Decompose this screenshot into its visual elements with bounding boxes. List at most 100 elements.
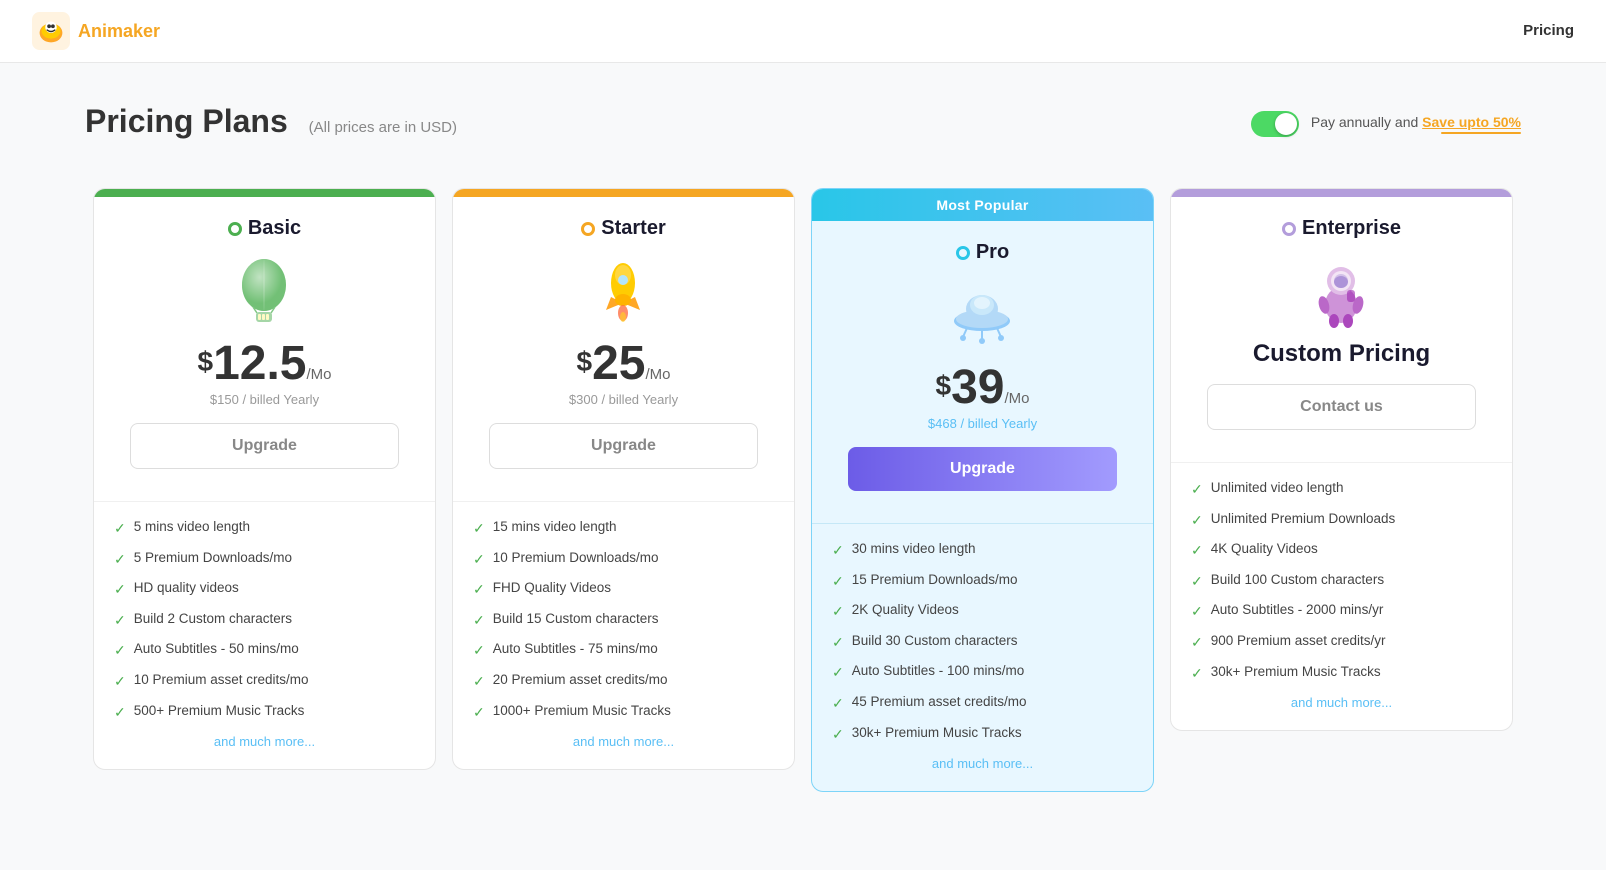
check-icon: ✓ bbox=[1191, 541, 1203, 561]
save-text: Save upto 50% bbox=[1422, 114, 1521, 130]
page-title: Pricing Plans (All prices are in USD) bbox=[85, 103, 457, 140]
plan-top-bar-basic bbox=[94, 189, 435, 197]
feature-pro-6: ✓30k+ Premium Music Tracks bbox=[832, 724, 1133, 745]
plan-icon-basic bbox=[114, 252, 415, 332]
check-icon: ✓ bbox=[832, 602, 844, 622]
plan-icon-starter bbox=[473, 252, 774, 332]
plan-name-basic: Basic bbox=[248, 217, 301, 240]
check-icon: ✓ bbox=[473, 641, 485, 661]
feature-starter-0: ✓15 mins video length bbox=[473, 518, 774, 539]
rocket-icon bbox=[586, 255, 661, 330]
upgrade-button-starter[interactable]: Upgrade bbox=[489, 423, 758, 469]
feature-enterprise-2: ✓4K Quality Videos bbox=[1191, 540, 1492, 561]
check-icon: ✓ bbox=[473, 672, 485, 692]
feature-starter-2: ✓FHD Quality Videos bbox=[473, 579, 774, 600]
plan-billed-basic: $150 / billed Yearly bbox=[114, 392, 415, 407]
page-subtitle: (All prices are in USD) bbox=[309, 119, 457, 136]
check-icon: ✓ bbox=[832, 694, 844, 714]
feature-enterprise-4: ✓Auto Subtitles - 2000 mins/yr bbox=[1191, 601, 1492, 622]
feature-starter-3: ✓Build 15 Custom characters bbox=[473, 610, 774, 631]
plan-name-row-pro: Pro bbox=[832, 241, 1133, 264]
check-icon: ✓ bbox=[832, 725, 844, 745]
feature-basic-4: ✓Auto Subtitles - 50 mins/mo bbox=[114, 640, 415, 661]
check-icon: ✓ bbox=[114, 580, 126, 600]
check-icon: ✓ bbox=[832, 633, 844, 653]
toggle-knob bbox=[1275, 113, 1297, 135]
billing-text: Pay annually and Save upto 50% bbox=[1311, 114, 1521, 134]
plan-name-starter: Starter bbox=[601, 217, 665, 240]
balloon-icon bbox=[227, 255, 302, 330]
check-icon: ✓ bbox=[114, 611, 126, 631]
check-icon: ✓ bbox=[114, 672, 126, 692]
plan-dot-pro bbox=[956, 246, 970, 260]
check-icon: ✓ bbox=[1191, 633, 1203, 653]
plan-dot-enterprise bbox=[1282, 222, 1296, 236]
feature-basic-5: ✓10 Premium asset credits/mo bbox=[114, 671, 415, 692]
feature-basic-1: ✓5 Premium Downloads/mo bbox=[114, 549, 415, 570]
more-link-enterprise[interactable]: and much more... bbox=[1191, 695, 1492, 710]
plan-header-starter: Starter $25/Mo bbox=[453, 197, 794, 501]
plan-name-row-enterprise: Enterprise bbox=[1191, 217, 1492, 240]
feature-pro-2: ✓2K Quality Videos bbox=[832, 601, 1133, 622]
plan-card-enterprise: Enterprise bbox=[1170, 188, 1513, 731]
feature-enterprise-0: ✓Unlimited video length bbox=[1191, 479, 1492, 500]
plan-features-starter: ✓15 mins video length ✓10 Premium Downlo… bbox=[453, 501, 794, 769]
check-icon: ✓ bbox=[114, 641, 126, 661]
plan-card-pro: Most Popular Pro bbox=[811, 188, 1154, 792]
feature-pro-0: ✓30 mins video length bbox=[832, 540, 1133, 561]
plan-features-enterprise: ✓Unlimited video length ✓Unlimited Premi… bbox=[1171, 462, 1512, 730]
plan-price-starter: $25/Mo bbox=[473, 340, 774, 388]
feature-starter-1: ✓10 Premium Downloads/mo bbox=[473, 549, 774, 570]
plan-icon-pro bbox=[832, 276, 1133, 356]
plan-top-bar-starter bbox=[453, 189, 794, 197]
nav-pricing[interactable]: Pricing bbox=[1523, 22, 1574, 39]
feature-enterprise-1: ✓Unlimited Premium Downloads bbox=[1191, 510, 1492, 531]
check-icon: ✓ bbox=[114, 519, 126, 539]
plan-price-basic: $12.5/Mo bbox=[114, 340, 415, 388]
plan-billed-starter: $300 / billed Yearly bbox=[473, 392, 774, 407]
feature-enterprise-6: ✓30k+ Premium Music Tracks bbox=[1191, 663, 1492, 684]
feature-pro-5: ✓45 Premium asset credits/mo bbox=[832, 693, 1133, 714]
check-icon: ✓ bbox=[473, 519, 485, 539]
plans-grid: Basic bbox=[85, 188, 1521, 792]
feature-starter-5: ✓20 Premium asset credits/mo bbox=[473, 671, 774, 692]
logo-text: Animaker bbox=[78, 21, 160, 42]
billing-toggle-area: Pay annually and Save upto 50% bbox=[1251, 103, 1521, 137]
contact-button-enterprise[interactable]: Contact us bbox=[1207, 384, 1476, 430]
save-underline bbox=[1441, 132, 1521, 134]
feature-enterprise-3: ✓Build 100 Custom characters bbox=[1191, 571, 1492, 592]
logo-area: Animaker bbox=[32, 12, 160, 50]
check-icon: ✓ bbox=[473, 611, 485, 631]
plan-card-basic: Basic bbox=[93, 188, 436, 770]
plan-name-row-starter: Starter bbox=[473, 217, 774, 240]
main-nav: Pricing bbox=[1523, 22, 1574, 40]
upgrade-button-basic[interactable]: Upgrade bbox=[130, 423, 399, 469]
custom-pricing-text: Custom Pricing bbox=[1191, 340, 1492, 368]
plan-name-enterprise: Enterprise bbox=[1302, 217, 1401, 240]
check-icon: ✓ bbox=[473, 580, 485, 600]
title-row: Pricing Plans (All prices are in USD) Pa… bbox=[85, 103, 1521, 140]
plan-header-enterprise: Enterprise bbox=[1171, 197, 1512, 462]
upgrade-button-pro[interactable]: Upgrade bbox=[848, 447, 1117, 491]
more-link-starter[interactable]: and much more... bbox=[473, 734, 774, 749]
feature-pro-3: ✓Build 30 Custom characters bbox=[832, 632, 1133, 653]
feature-starter-4: ✓Auto Subtitles - 75 mins/mo bbox=[473, 640, 774, 661]
more-link-pro[interactable]: and much more... bbox=[832, 756, 1133, 771]
more-link-basic[interactable]: and much more... bbox=[114, 734, 415, 749]
check-icon: ✓ bbox=[1191, 480, 1203, 500]
plan-top-bar-enterprise bbox=[1171, 189, 1512, 197]
plan-name-row-basic: Basic bbox=[114, 217, 415, 240]
plan-dot-basic bbox=[228, 222, 242, 236]
plan-price-pro: $39/Mo bbox=[832, 364, 1133, 412]
billing-label: Pay annually and bbox=[1311, 114, 1422, 130]
feature-enterprise-5: ✓900 Premium asset credits/yr bbox=[1191, 632, 1492, 653]
check-icon: ✓ bbox=[473, 703, 485, 723]
animaker-logo-icon bbox=[32, 12, 70, 50]
feature-pro-1: ✓15 Premium Downloads/mo bbox=[832, 571, 1133, 592]
feature-basic-2: ✓HD quality videos bbox=[114, 579, 415, 600]
plan-icon-enterprise bbox=[1191, 252, 1492, 332]
plan-features-basic: ✓5 mins video length ✓5 Premium Download… bbox=[94, 501, 435, 769]
check-icon: ✓ bbox=[1191, 572, 1203, 592]
plan-billed-pro: $468 / billed Yearly bbox=[832, 416, 1133, 431]
billing-toggle[interactable] bbox=[1251, 111, 1299, 137]
